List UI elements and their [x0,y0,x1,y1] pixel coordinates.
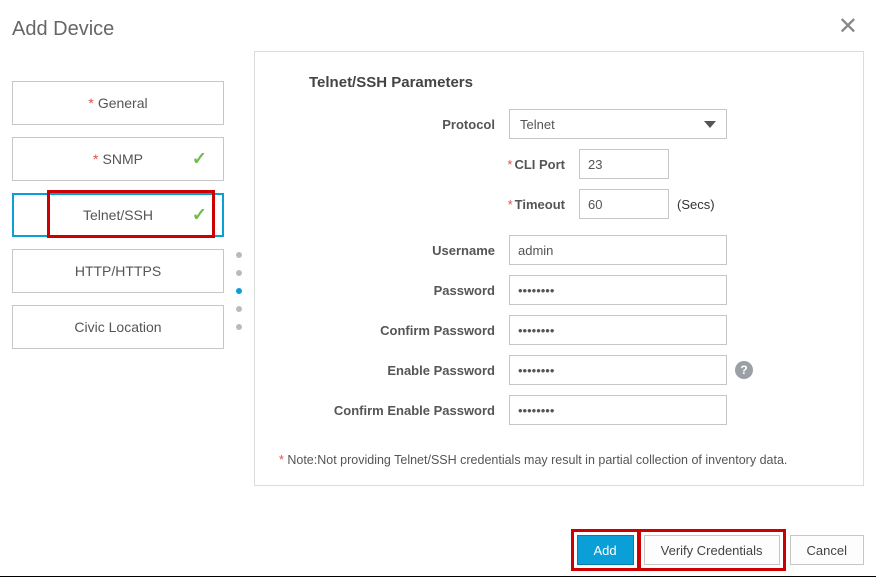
dialog-footer: Add Verify Credentials Cancel [577,535,865,565]
tab-snmp[interactable]: * SNMP ✓ [12,137,224,181]
label-enable-password: Enable Password [269,363,509,378]
close-icon[interactable]: ✕ [838,12,858,41]
dot [236,306,242,312]
label-cli-port: *CLI Port [269,157,579,172]
required-marker: * [88,95,93,111]
tab-label: Telnet/SSH [83,207,153,223]
protocol-select[interactable]: Telnet [509,109,727,139]
label-confirm-enable-password: Confirm Enable Password [269,403,509,418]
bottom-rule [0,576,876,577]
protocol-value: Telnet [520,117,555,132]
check-icon: ✓ [192,149,207,170]
confirm-password-input[interactable] [509,315,727,345]
check-icon: ✓ [192,205,207,226]
confirm-enable-password-input[interactable] [509,395,727,425]
dot [236,324,242,330]
help-icon[interactable]: ? [735,361,753,379]
dot [236,270,242,276]
label-protocol: Protocol [269,117,509,132]
form-panel: Telnet/SSH Parameters Protocol Telnet *C… [254,51,864,486]
panel-title: Telnet/SSH Parameters [309,74,849,91]
cli-port-input[interactable] [579,149,669,179]
tab-civic-location[interactable]: Civic Location [12,305,224,349]
label-confirm-password: Confirm Password [269,323,509,338]
tab-general[interactable]: * General [12,81,224,125]
tab-http-https[interactable]: HTTP/HTTPS [12,249,224,293]
label-timeout: *Timeout [269,197,579,212]
dot [236,252,242,258]
cancel-button[interactable]: Cancel [790,535,864,565]
chevron-down-icon [704,121,716,128]
tab-label: Civic Location [74,319,161,335]
sidebar: * General * SNMP ✓ Telnet/SSH ✓ HTTP/HTT… [12,51,224,486]
enable-password-input[interactable] [509,355,727,385]
username-input[interactable] [509,235,727,265]
tab-telnet-ssh[interactable]: Telnet/SSH ✓ [12,193,224,237]
step-dots [224,231,254,351]
verify-credentials-button[interactable]: Verify Credentials [644,535,780,565]
label-username: Username [269,243,509,258]
note-text: * Note:Not providing Telnet/SSH credenti… [279,453,849,467]
timeout-input[interactable] [579,189,669,219]
password-input[interactable] [509,275,727,305]
tab-label: General [98,95,148,111]
add-button[interactable]: Add [577,535,634,565]
dot-active [236,288,242,294]
dialog-title: Add Device [12,18,114,40]
timeout-units: (Secs) [677,197,715,212]
required-marker: * [93,151,98,167]
tab-label: SNMP [103,151,143,167]
label-password: Password [269,283,509,298]
tab-label: HTTP/HTTPS [75,263,161,279]
